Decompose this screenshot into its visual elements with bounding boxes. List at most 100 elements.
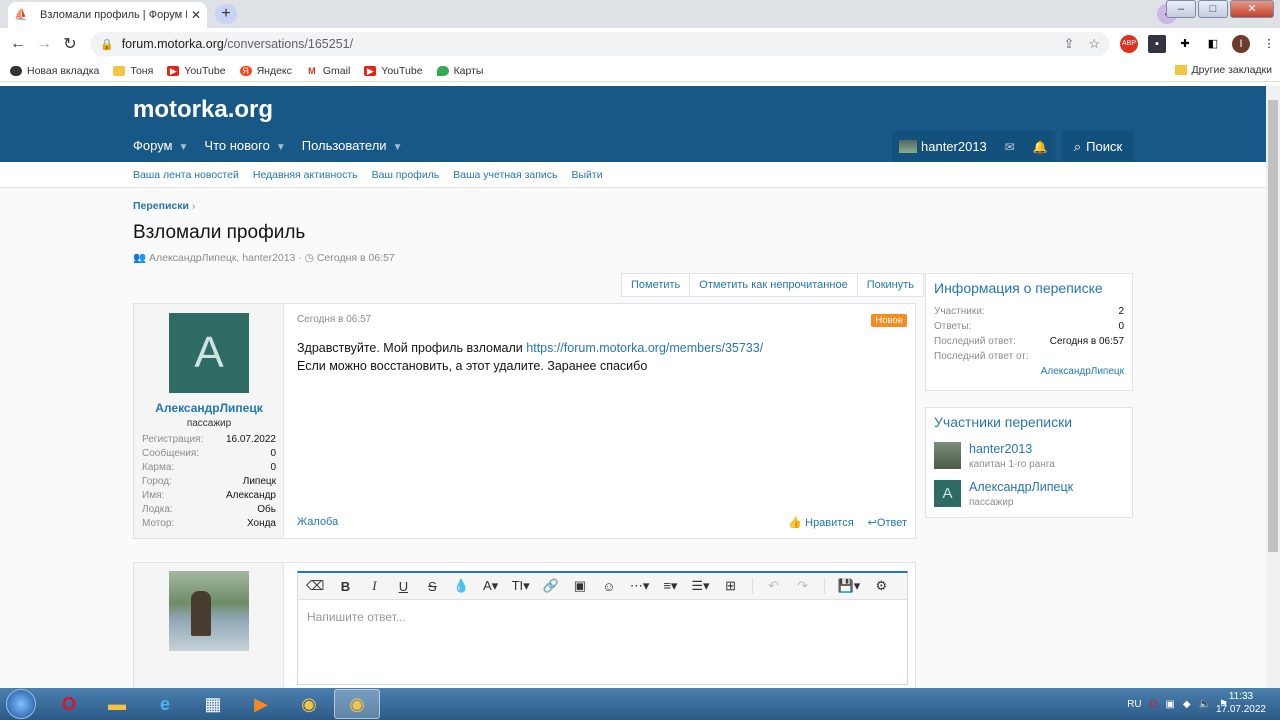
chrome-active-icon[interactable]: ◉	[334, 689, 380, 719]
image-icon[interactable]: ▣	[572, 578, 588, 594]
color-drop-icon[interactable]: 💧	[453, 578, 469, 594]
table-icon[interactable]: ⊞	[723, 578, 739, 594]
reply-user-pane	[134, 563, 284, 688]
browser-tab[interactable]: ⛵ Взломали профиль | Форум Мо ✕	[8, 2, 207, 28]
subnav-logout[interactable]: Выйти	[572, 169, 603, 181]
subnav-news-feed[interactable]: Ваша лента новостей	[133, 169, 239, 181]
share-icon[interactable]: ⇪	[1063, 36, 1074, 52]
participant-avatar[interactable]	[934, 442, 961, 469]
search-button[interactable]: ⌕ Поиск	[1062, 131, 1134, 162]
participant-item[interactable]: hanter2013 капитан 1-го ранга	[926, 438, 1132, 476]
reply-button[interactable]: ↩Ответ	[868, 516, 907, 529]
site-favicon-icon: ⛵	[14, 9, 28, 21]
side-panel-icon[interactable]: ◧	[1204, 35, 1222, 53]
address-bar[interactable]: 🔒 forum.motorka.org/conversations/165251…	[90, 32, 1110, 56]
page-content: Переписки › Взломали профиль 👥 Александр…	[0, 188, 1266, 688]
bookmark-item[interactable]: ▶ YouTube	[167, 65, 226, 77]
eraser-icon[interactable]: ⌫	[306, 578, 324, 594]
minimize-button[interactable]: –	[1166, 0, 1196, 18]
scrollbar-thumb[interactable]	[1268, 100, 1278, 552]
menu-icon[interactable]: ⋮	[1260, 35, 1278, 53]
bold-icon[interactable]: B	[337, 579, 353, 594]
underline-icon[interactable]: U	[395, 579, 411, 594]
link-icon[interactable]: 🔗	[543, 578, 559, 594]
bookmark-item[interactable]: ▶ YouTube	[364, 65, 423, 77]
participant-avatar[interactable]: A	[934, 480, 961, 507]
site-logo[interactable]: motorka.org	[133, 96, 273, 124]
username-link[interactable]: hanter2013	[921, 139, 987, 154]
strikethrough-icon[interactable]: S	[424, 579, 440, 594]
subnav-recent-activity[interactable]: Недавняя активность	[253, 169, 358, 181]
subnav-profile[interactable]: Ваш профиль	[372, 169, 440, 181]
font-size-icon[interactable]: TI▾	[512, 578, 530, 594]
clock[interactable]: 11:33 17.07.2022	[1216, 690, 1266, 716]
page-scrollbar[interactable]	[1266, 86, 1280, 688]
reload-icon[interactable]: ↻	[57, 34, 83, 54]
bookmark-item[interactable]: Новая вкладка	[10, 65, 99, 77]
back-icon[interactable]: ←	[5, 35, 31, 53]
avatar[interactable]: A	[169, 313, 249, 393]
settings-gear-icon[interactable]: ⚙	[873, 578, 889, 594]
maximize-button[interactable]: □	[1198, 0, 1228, 18]
author-name[interactable]: АлександрЛипецк	[134, 401, 284, 415]
opera-icon[interactable]: O	[46, 689, 92, 719]
participant-name[interactable]: hanter2013	[969, 442, 1055, 456]
tray-network-icon[interactable]: ▣	[1165, 699, 1174, 710]
close-tab-icon[interactable]: ✕	[191, 8, 201, 22]
adblock-icon[interactable]: ABP	[1120, 35, 1138, 53]
user-avatar[interactable]	[899, 140, 917, 153]
leave-button[interactable]: Покинуть	[858, 274, 923, 296]
redo-icon[interactable]: ↷	[795, 578, 811, 594]
language-indicator[interactable]: RU	[1127, 699, 1141, 710]
last-reply-by[interactable]: АлександрЛипецк	[926, 364, 1132, 379]
bell-icon[interactable]: 🔔	[1033, 140, 1048, 154]
subnav-account[interactable]: Ваша учетная запись	[453, 169, 557, 181]
profile-link[interactable]: https://forum.motorka.org/members/35733/	[526, 341, 763, 355]
tray-opera-icon[interactable]: O	[1150, 699, 1158, 710]
folder-icon[interactable]: ▬	[94, 689, 140, 719]
puzzle-icon[interactable]: ✚	[1176, 35, 1194, 53]
participant-name[interactable]: АлександрЛипецк	[969, 480, 1073, 494]
calculator-icon[interactable]: ▦	[190, 689, 236, 719]
report-link[interactable]: Жалоба	[297, 516, 338, 528]
other-bookmarks[interactable]: Другие закладки	[1174, 64, 1272, 76]
undo-icon[interactable]: ↶	[766, 578, 782, 594]
avatar[interactable]	[169, 571, 249, 651]
more-icon[interactable]: ⋯▾	[630, 578, 650, 594]
font-family-icon[interactable]: A▾	[483, 578, 499, 594]
profile-avatar[interactable]: I	[1232, 35, 1250, 53]
nav-forum[interactable]: Форум ▼	[133, 138, 188, 153]
bookmark-item[interactable]: Карты	[436, 65, 483, 77]
meta-participants: АлександрЛипецк, hanter2013	[149, 252, 296, 264]
bookmark-star-icon[interactable]: ☆	[1088, 36, 1100, 52]
internet-explorer-icon[interactable]: e	[142, 689, 188, 719]
bookmark-item[interactable]: Я Яндекс	[239, 65, 292, 77]
mark-unread-button[interactable]: Отметить как непрочитанное	[690, 274, 858, 296]
mark-button[interactable]: Пометить	[622, 274, 691, 296]
volume-icon[interactable]: 🔈	[1199, 699, 1211, 710]
extension-icon[interactable]: ▪	[1148, 35, 1166, 53]
close-window-button[interactable]: ✕	[1230, 0, 1274, 18]
list-icon[interactable]: ☰▾	[691, 578, 709, 594]
start-button[interactable]	[6, 689, 36, 719]
breadcrumb[interactable]: Переписки ›	[133, 200, 195, 212]
new-tab-button[interactable]: +	[215, 4, 237, 24]
like-button[interactable]: 👍 Нравится	[788, 516, 853, 529]
participant-item[interactable]: A АлександрЛипецк пассажир	[926, 476, 1132, 514]
italic-icon[interactable]: I	[366, 578, 382, 594]
media-player-icon[interactable]: ▶	[238, 689, 284, 719]
save-draft-icon[interactable]: 💾▾	[838, 578, 861, 594]
align-icon[interactable]: ≡▾	[662, 578, 678, 594]
reply-input[interactable]: Напишите ответ...	[298, 600, 907, 634]
nav-whats-new[interactable]: Что нового ▼	[204, 138, 285, 153]
smiley-icon[interactable]: ☺	[601, 579, 617, 594]
inbox-icon[interactable]: ✉	[1005, 140, 1015, 154]
bookmark-item[interactable]: M Gmail	[305, 65, 350, 77]
message-date[interactable]: Сегодня в 06:57	[297, 314, 907, 325]
chrome-icon[interactable]: ◉	[286, 689, 332, 719]
bookmark-item[interactable]: Тоня	[113, 65, 153, 77]
forward-icon[interactable]: →	[31, 35, 57, 53]
nav-members[interactable]: Пользователи ▼	[302, 138, 403, 153]
globe-icon	[10, 65, 22, 76]
tray-shield-icon[interactable]: ◆	[1183, 699, 1191, 710]
